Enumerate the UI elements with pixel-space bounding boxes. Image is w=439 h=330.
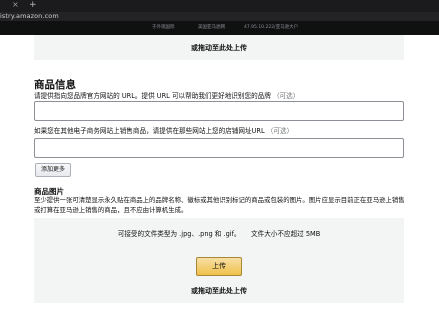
new-tab-button[interactable]: + [29, 0, 37, 10]
brand-url-input[interactable] [34, 101, 404, 121]
close-tab-icon[interactable]: × [12, 0, 19, 10]
header-link[interactable]: 47.95.10.222/亚马逊大户 [244, 24, 298, 32]
drag-drop-hint: 或拖动至此处上传 [191, 44, 247, 52]
site-header: 于外观国际 美国亚马逊网 47.95.10.222/亚马逊大户 [0, 21, 439, 35]
store-url-input[interactable] [34, 138, 404, 158]
header-link[interactable]: 于外观国际 [152, 24, 175, 32]
brand-url-label: 请提供指向您品牌官方网站的 URL。提供 URL 可以帮助我们更好地识别您的品牌… [34, 92, 299, 101]
store-url-label: 如果您在其他电子商务网站上销售商品，请提供在那些网站上您的店铺网址URL （可选… [34, 127, 293, 136]
url-text[interactable]: istry.amazon.com [0, 11, 59, 21]
brand-url-label-text: 请提供指向您品牌官方网站的 URL。提供 URL 可以帮助我们更好地识别您的品牌 [34, 92, 271, 100]
drag-drop-hint: 或拖动至此处上传 [191, 287, 247, 295]
upload-button[interactable]: 上传 [196, 257, 242, 276]
header-link[interactable]: 美国亚马逊网 [198, 24, 225, 32]
product-info-title: 商品信息 [34, 79, 76, 91]
accepted-file-types: 可接受的文件类型为 .jpg、.png 和 .gif。 文件大小不应超过 5MB [117, 230, 321, 238]
store-url-label-text: 如果您在其他电子商务网站上销售商品，请提供在那些网站上您的店铺网址URL [34, 127, 265, 135]
image-upload-dropzone[interactable]: 可接受的文件类型为 .jpg、.png 和 .gif。 文件大小不应超过 5MB… [34, 218, 404, 303]
browser-tab-bar: × + [0, 0, 439, 12]
add-more-button[interactable]: 添加更多 [35, 163, 71, 177]
product-images-description: 至少提供一张可清楚显示永久贴在商品上的品牌名称、徽标或其他识别标记的商品或包装的… [34, 196, 405, 214]
optional-tag: （可选） [272, 92, 300, 100]
optional-tag: （可选） [266, 127, 294, 135]
address-bar[interactable]: istry.amazon.com [0, 12, 439, 21]
logo-upload-dropzone[interactable]: 或拖动至此处上传 [34, 35, 404, 60]
